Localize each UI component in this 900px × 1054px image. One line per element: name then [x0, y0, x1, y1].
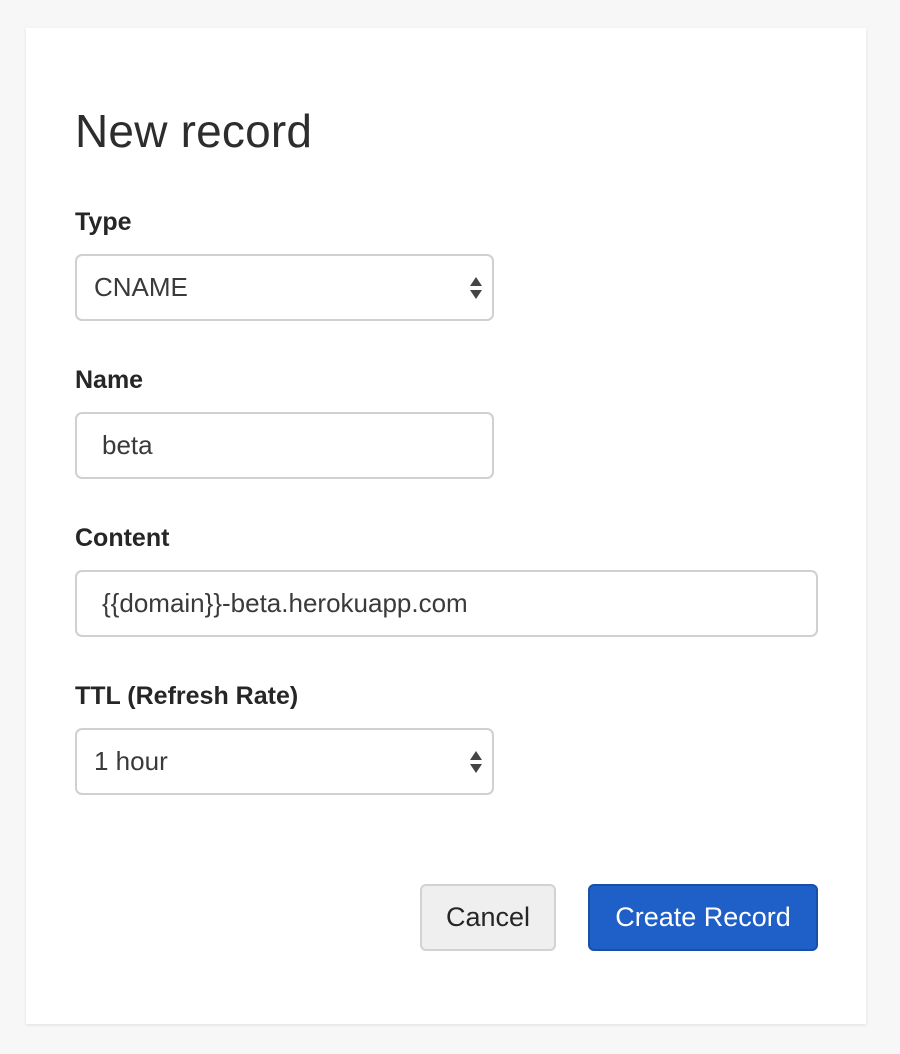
type-label: Type [75, 208, 132, 236]
select-arrows-icon [470, 276, 482, 299]
ttl-select[interactable]: 1 hour [75, 728, 494, 795]
ttl-select-value: 1 hour [94, 746, 168, 776]
type-select[interactable]: CNAME [75, 254, 494, 321]
new-record-dialog: New record Type CNAME Name beta Content … [26, 28, 866, 1024]
select-arrows-icon [470, 750, 482, 773]
content-input[interactable]: {{domain}}-beta.herokuapp.com [75, 570, 818, 637]
name-label: Name [75, 366, 144, 394]
cancel-button[interactable]: Cancel [420, 884, 556, 951]
dialog-title: New record [75, 105, 313, 157]
name-input[interactable]: beta [75, 412, 494, 479]
create-record-button[interactable]: Create Record [588, 884, 818, 951]
type-select-value: CNAME [94, 272, 188, 302]
content-input-value: {{domain}}-beta.herokuapp.com [102, 588, 468, 618]
name-input-value: beta [102, 430, 153, 460]
content-label: Content [75, 524, 170, 552]
ttl-label: TTL (Refresh Rate) [75, 682, 299, 710]
